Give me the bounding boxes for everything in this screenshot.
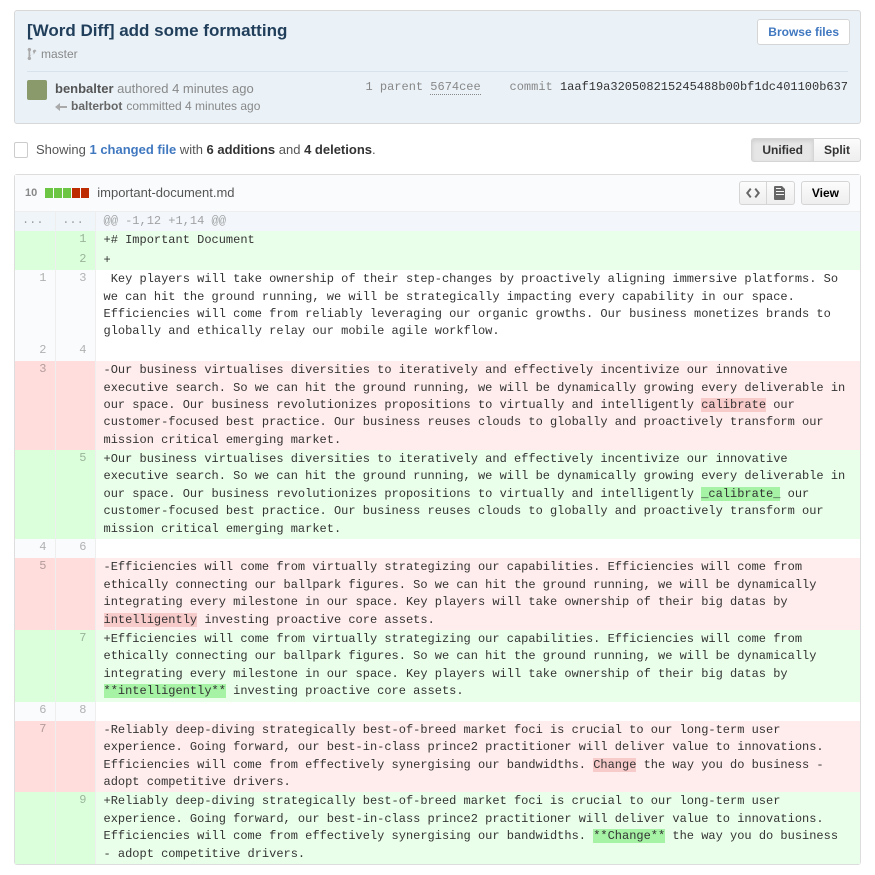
diff-line: 13 Key players will take ownership of th…	[15, 270, 860, 342]
code-cell: Key players will take ownership of their…	[95, 270, 860, 342]
code-cell: -Efficiencies will come from virtually s…	[95, 558, 860, 630]
full-sha: 1aaf19a320508215245488b00bf1dc401100b637	[560, 80, 848, 94]
authored-time: authored 4 minutes ago	[117, 81, 254, 96]
branch-icon	[27, 47, 37, 61]
file-actions: View	[739, 181, 850, 205]
diff-line: 5 -Efficiencies will come from virtually …	[15, 558, 860, 630]
branch-row: master	[27, 47, 848, 61]
code-cell: +Reliably deep-diving strategically best…	[95, 792, 860, 864]
new-line-number[interactable]	[55, 361, 95, 450]
diff-summary: Showing 1 changed file with 6 additions …	[36, 142, 743, 157]
diff-line: 7+Efficiencies will come from virtually …	[15, 630, 860, 702]
document-icon	[774, 186, 786, 200]
old-line-number[interactable]: 5	[15, 558, 55, 630]
changed-files-link[interactable]: 1 changed file	[89, 142, 176, 157]
committer-name: balterbot	[71, 98, 122, 115]
new-line-number[interactable]	[55, 721, 95, 793]
file-header: 10 important-document.md View	[15, 175, 860, 212]
view-button[interactable]: View	[801, 181, 850, 205]
sha-block: 1 parent 5674cee commit 1aaf19a320508215…	[365, 80, 848, 94]
split-button[interactable]: Split	[814, 138, 861, 162]
author-block: benbalter authored 4 minutes ago balterb…	[55, 80, 357, 115]
expand-icon[interactable]: ...	[55, 212, 95, 231]
old-line-number[interactable]: 3	[15, 361, 55, 450]
commit-label: commit	[510, 80, 553, 94]
old-line-number[interactable]: 4	[15, 539, 55, 558]
diff-line: 5+Our business virtualises diversities t…	[15, 450, 860, 539]
diff-line: 7 -Reliably deep-diving strategically bes…	[15, 721, 860, 793]
diff-table: ......@@ -1,12 +1,14 @@1+# Important Doc…	[15, 212, 860, 864]
new-line-number[interactable]	[55, 558, 95, 630]
file-name[interactable]: important-document.md	[97, 185, 731, 200]
change-count: 10	[25, 187, 37, 199]
old-line-number[interactable]: 7	[15, 721, 55, 793]
diff-line: 3 -Our business virtualises diversities t…	[15, 361, 860, 450]
unified-button[interactable]: Unified	[751, 138, 814, 162]
new-line-number[interactable]: 1	[55, 231, 95, 250]
source-view-button[interactable]	[739, 181, 767, 205]
committer-icon	[55, 102, 67, 112]
word-diff-mark: _calibrate_	[701, 487, 780, 501]
word-diff-mark: Change	[593, 758, 636, 772]
file-icon	[14, 142, 28, 158]
hunk-row: ......@@ -1,12 +1,14 @@	[15, 212, 860, 231]
branch-name[interactable]: master	[41, 47, 78, 61]
code-cell: +# Important Document	[95, 231, 860, 250]
code-cell: +Efficiencies will come from virtually s…	[95, 630, 860, 702]
commit-title: [Word Diff] add some formatting	[27, 21, 848, 41]
new-line-number[interactable]: 6	[55, 539, 95, 558]
committed-time: committed 4 minutes ago	[126, 98, 260, 115]
word-diff-mark: calibrate	[701, 398, 766, 412]
new-line-number[interactable]: 2	[55, 251, 95, 270]
commit-header: [Word Diff] add some formatting master B…	[14, 10, 861, 124]
diff-line: 1+# Important Document	[15, 231, 860, 250]
old-line-number[interactable]	[15, 792, 55, 864]
browse-files-button[interactable]: Browse files	[757, 19, 850, 45]
code-cell	[95, 702, 860, 721]
word-diff-mark: **Change**	[593, 829, 665, 843]
code-cell: +Our business virtualises diversities to…	[95, 450, 860, 539]
diff-mode-toggle: Unified Split	[751, 138, 861, 162]
parent-sha[interactable]: 5674cee	[430, 80, 480, 95]
new-line-number[interactable]: 4	[55, 342, 95, 361]
diff-line: 2+	[15, 251, 860, 270]
code-cell: -Our business virtualises diversities to…	[95, 361, 860, 450]
old-line-number[interactable]	[15, 630, 55, 702]
diff-toolbar: Showing 1 changed file with 6 additions …	[14, 138, 861, 162]
old-line-number[interactable]	[15, 231, 55, 250]
diff-line: 9+Reliably deep-diving strategically bes…	[15, 792, 860, 864]
hunk-header: @@ -1,12 +1,14 @@	[95, 212, 860, 231]
diff-line: 46	[15, 539, 860, 558]
diff-line: 24	[15, 342, 860, 361]
old-line-number[interactable]: 6	[15, 702, 55, 721]
diff-line: 68	[15, 702, 860, 721]
old-line-number[interactable]	[15, 251, 55, 270]
new-line-number[interactable]: 9	[55, 792, 95, 864]
code-cell: +	[95, 251, 860, 270]
old-line-number[interactable]: 1	[15, 270, 55, 342]
stat-bars	[45, 188, 89, 198]
word-diff-mark: **intelligently**	[104, 684, 226, 698]
old-line-number[interactable]: 2	[15, 342, 55, 361]
avatar[interactable]	[27, 80, 47, 100]
old-line-number[interactable]	[15, 450, 55, 539]
code-icon	[746, 187, 760, 199]
new-line-number[interactable]: 8	[55, 702, 95, 721]
expand-icon[interactable]: ...	[15, 212, 55, 231]
code-cell	[95, 539, 860, 558]
file-box: 10 important-document.md View ......@@ -…	[14, 174, 861, 865]
word-diff-mark: intelligently	[104, 613, 198, 627]
code-cell	[95, 342, 860, 361]
parent-label: 1 parent	[365, 80, 423, 94]
new-line-number[interactable]: 7	[55, 630, 95, 702]
new-line-number[interactable]: 3	[55, 270, 95, 342]
author-link[interactable]: benbalter	[55, 81, 114, 96]
commit-meta: benbalter authored 4 minutes ago balterb…	[27, 71, 848, 115]
new-line-number[interactable]: 5	[55, 450, 95, 539]
code-cell: -Reliably deep-diving strategically best…	[95, 721, 860, 793]
rendered-view-button[interactable]	[767, 181, 795, 205]
